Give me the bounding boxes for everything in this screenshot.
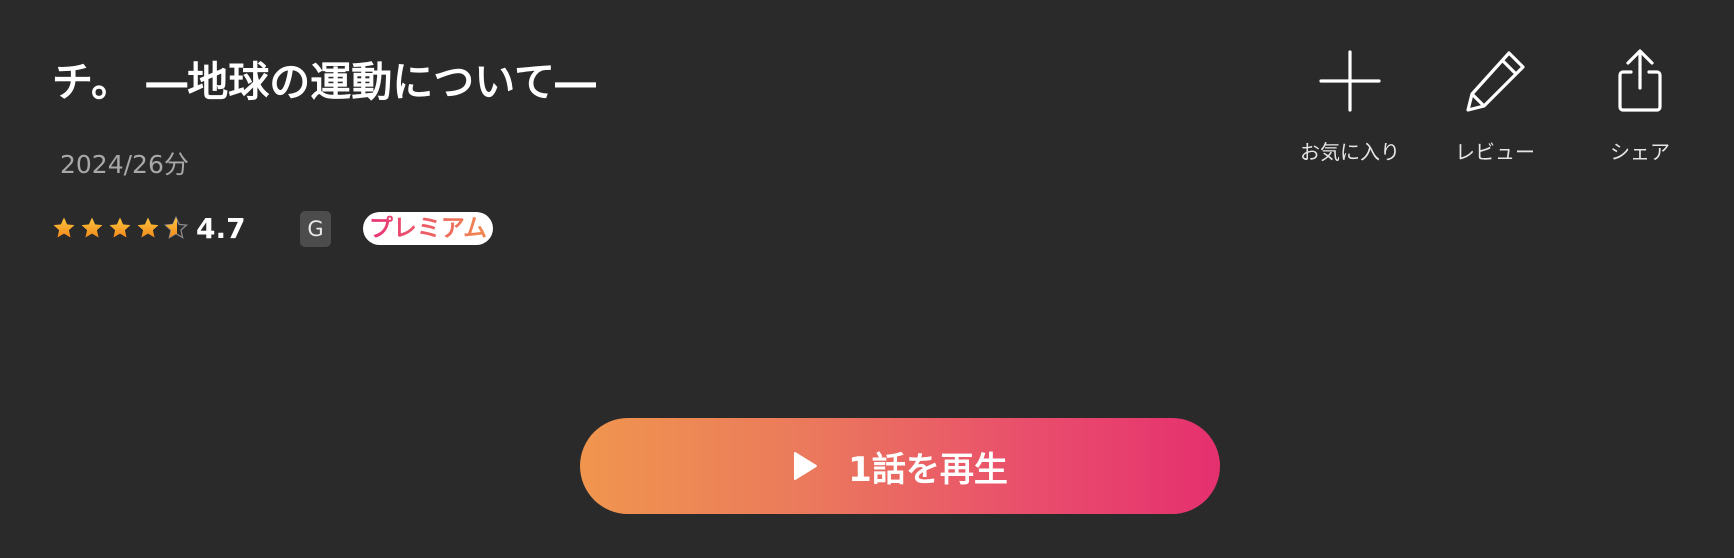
favorite-button[interactable]: お気に入り — [1290, 48, 1410, 165]
release-meta: 2024/26分 — [60, 150, 189, 179]
play-button-label: 1話を再生 — [848, 449, 1008, 490]
premium-label: プレミアム — [368, 214, 488, 242]
play-episode-button[interactable]: 1話を再生 — [580, 418, 1220, 514]
play-icon — [794, 452, 818, 480]
rating-value: 4.7 — [196, 212, 246, 245]
page-title: チ。 ―地球の運動について― — [52, 58, 596, 106]
review-label: レビュー — [1455, 140, 1535, 164]
share-label: シェア — [1610, 140, 1670, 164]
rating-row: 4.7 G プレミアム — [52, 211, 532, 248]
share-icon — [1618, 49, 1662, 112]
star-full-icon — [53, 217, 75, 238]
star-partial-icon — [164, 216, 188, 239]
pencil-icon — [1466, 51, 1525, 112]
star-full-icon — [137, 217, 159, 238]
share-button[interactable]: シェア — [1580, 48, 1700, 165]
favorite-label: お気に入り — [1300, 140, 1400, 164]
star-full-icon — [109, 217, 131, 238]
action-bar: お気に入り レビュー シェア — [1290, 48, 1730, 168]
star-rating — [52, 216, 192, 240]
star-full-icon — [81, 217, 103, 238]
age-rating-badge: G — [300, 211, 331, 247]
plus-icon — [1319, 50, 1381, 112]
premium-badge: プレミアム — [363, 212, 493, 245]
review-button[interactable]: レビュー — [1435, 48, 1555, 165]
